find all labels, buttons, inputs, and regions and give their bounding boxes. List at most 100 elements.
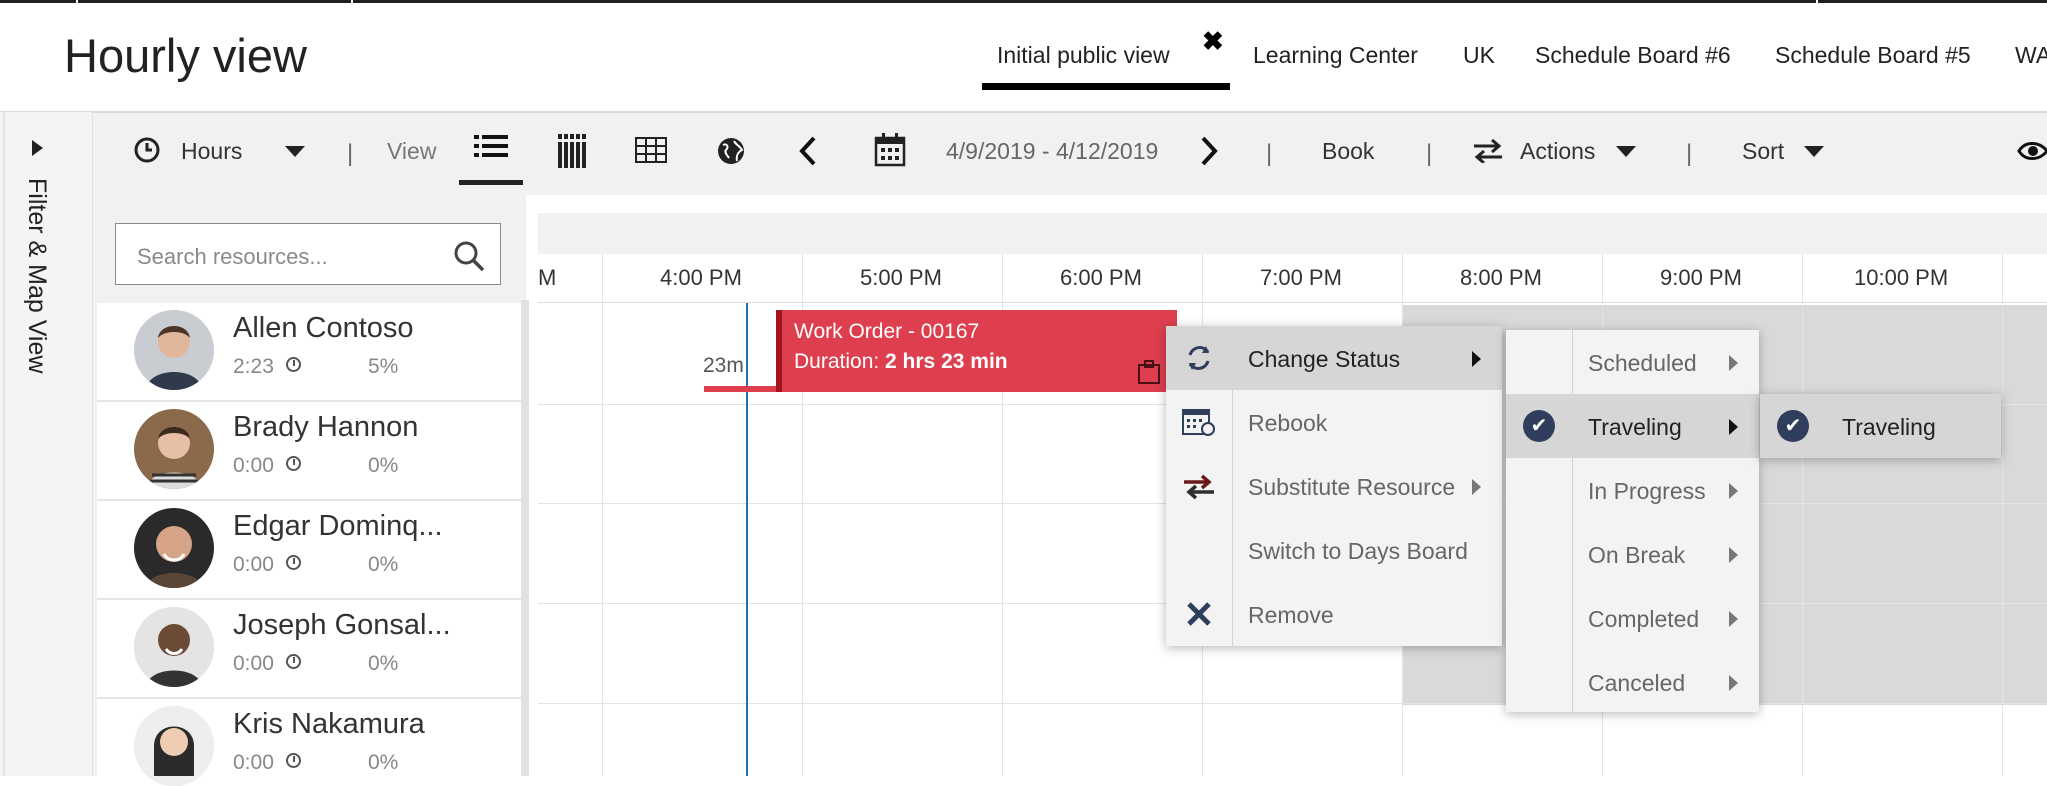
timeline-header-band [538, 213, 2047, 254]
submenu-arrow-icon [1729, 547, 1738, 563]
travel-time-label: 23m [703, 354, 744, 377]
resource-utilization: 0% [368, 751, 399, 774]
chevron-down-icon[interactable] [1616, 146, 1636, 158]
list-view-icon[interactable] [474, 133, 508, 163]
resource-scrollbar[interactable] [521, 300, 529, 776]
menu-item-switch-days-board[interactable]: Switch to Days Board [1166, 518, 1502, 582]
clock-icon [286, 654, 301, 669]
tab-uk[interactable]: UK [1463, 42, 1495, 69]
status-item-on-break[interactable]: On Break [1506, 522, 1759, 586]
resource-row[interactable]: Edgar Dominq... 0:00 0% [97, 501, 521, 600]
clock-icon [286, 456, 301, 471]
resource-hours: 0:00 [233, 652, 274, 675]
avatar [134, 409, 214, 489]
duration-value: 2 hrs 23 min [885, 350, 1008, 373]
avatar [134, 310, 214, 390]
chevron-down-icon[interactable] [285, 146, 305, 158]
toolbar-separator: | [347, 140, 354, 167]
active-tab-indicator [982, 83, 1230, 90]
hour-label: M [538, 265, 557, 290]
tab-wa[interactable]: WA [2015, 42, 2047, 69]
status-label: Canceled [1588, 670, 1686, 696]
close-icon [1187, 602, 1211, 626]
resource-name: Kris Nakamura [233, 708, 425, 740]
resource-utilization: 0% [368, 652, 399, 675]
globe-map-icon[interactable] [716, 136, 746, 166]
resource-name: Joseph Gonsal... [233, 609, 451, 641]
menu-item-rebook[interactable]: Rebook [1166, 390, 1502, 454]
book-button[interactable]: Book [1322, 138, 1374, 165]
tab-initial-public-view[interactable]: Initial public view [997, 42, 1170, 69]
tab-close-icon[interactable]: ✖ [1202, 26, 1224, 57]
submenu-arrow-icon [1729, 611, 1738, 627]
resource-name: Allen Contoso [233, 312, 414, 344]
page-title: Hourly view [64, 29, 307, 82]
resource-row[interactable]: Brady Hannon 0:00 0% [97, 402, 521, 501]
resource-row[interactable]: Joseph Gonsal... 0:00 0% [97, 600, 521, 699]
resource-hours: 0:00 [233, 553, 274, 576]
menu-item-substitute-resource[interactable]: Substitute Resource [1166, 454, 1502, 518]
filter-map-view-label[interactable]: Filter & Map View [22, 178, 51, 373]
status-item-traveling[interactable]: ✔ Traveling [1506, 394, 1759, 458]
hour-label: 9:00 PM [1660, 265, 1742, 290]
expand-caret-icon[interactable] [32, 140, 43, 156]
tab-learning-center[interactable]: Learning Center [1253, 42, 1418, 69]
sort-dropdown[interactable]: Sort [1742, 138, 1784, 165]
sub-status-item-traveling[interactable]: ✔ Traveling [1760, 394, 2001, 458]
tab-schedule-board-6[interactable]: Schedule Board #6 [1535, 42, 1731, 69]
menu-item-label: Change Status [1248, 346, 1401, 372]
chevron-down-icon[interactable] [1804, 146, 1824, 158]
clock-icon [286, 555, 301, 570]
eye-icon[interactable] [2017, 138, 2047, 164]
hour-label: 5:00 PM [860, 265, 942, 290]
hour-label: 6:00 PM [1060, 265, 1142, 290]
top-border-gap [1816, 0, 1818, 4]
status-item-completed[interactable]: Completed [1506, 586, 1759, 650]
hours-dropdown[interactable]: Hours [181, 138, 242, 165]
sub-status-label: Traveling [1842, 414, 1936, 440]
row-gridline [538, 703, 2047, 704]
menu-item-change-status[interactable]: Change Status [1166, 326, 1502, 390]
clock-icon[interactable] [133, 136, 161, 164]
status-item-canceled[interactable]: Canceled [1506, 650, 1759, 714]
status-item-scheduled[interactable]: Scheduled [1506, 330, 1759, 394]
submenu-arrow-icon [1729, 483, 1738, 499]
next-arrow-icon[interactable] [1200, 136, 1218, 166]
resource-row[interactable]: Allen Contoso 2:23 5% [97, 303, 521, 402]
top-border-gap [76, 0, 78, 4]
status-label: On Break [1588, 542, 1686, 568]
grid-view-icon[interactable] [635, 137, 667, 163]
swap-arrows-icon[interactable] [1472, 139, 1504, 163]
booking-duration: Duration: 2 hrs 23 min [794, 350, 1008, 374]
status-item-in-progress[interactable]: In Progress [1506, 458, 1759, 522]
search-icon[interactable] [453, 240, 485, 272]
resource-hours: 0:00 [233, 454, 274, 477]
toolbar-separator: | [1686, 140, 1693, 167]
hour-label: 10:00 PM [1854, 265, 1949, 290]
previous-arrow-icon[interactable] [799, 136, 817, 166]
status-label: Completed [1588, 606, 1700, 632]
menu-item-label: Switch to Days Board [1248, 538, 1468, 564]
actions-dropdown[interactable]: Actions [1520, 138, 1595, 165]
toolbar-separator: | [1426, 140, 1433, 167]
check-icon: ✔ [1777, 410, 1809, 442]
date-range[interactable]: 4/9/2019 - 4/12/2019 [946, 138, 1158, 165]
calendar-rebook-icon [1182, 409, 1215, 436]
avatar [134, 508, 214, 588]
menu-item-remove[interactable]: Remove [1166, 582, 1502, 646]
vertical-view-icon[interactable] [558, 134, 588, 168]
resource-row[interactable]: Kris Nakamura 0:00 0% [97, 699, 521, 786]
submenu-arrow-icon [1472, 479, 1481, 495]
swap-icon [1184, 474, 1214, 500]
submenu-arrow-icon [1729, 675, 1738, 691]
submenu-arrow-icon [1729, 419, 1738, 435]
booking-status-strip [776, 310, 782, 392]
view-label: View [387, 138, 437, 164]
hour-gridline [1802, 254, 1803, 776]
tab-schedule-board-5[interactable]: Schedule Board #5 [1775, 42, 1971, 69]
calendar-icon[interactable] [874, 133, 906, 167]
menu-item-label: Remove [1248, 602, 1334, 628]
sub-status-flyout: ✔ Traveling [1760, 394, 2001, 458]
resource-utilization: 5% [368, 355, 399, 378]
panel-edge [3, 112, 5, 776]
